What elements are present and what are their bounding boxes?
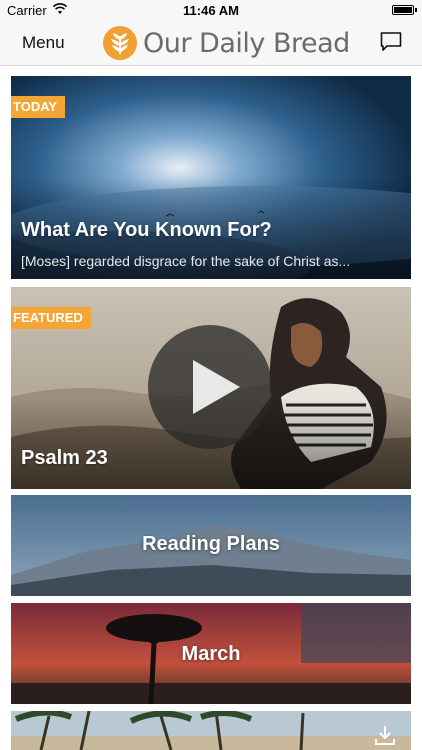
app-title: Our Daily Bread [143,27,350,59]
today-title: What Are You Known For? [21,219,272,241]
status-bar: Carrier 11:46 AM [0,0,422,22]
clock: 11:46 AM [183,3,239,18]
battery-icon [392,5,414,15]
today-excerpt: [Moses] regarded disgrace for the sake o… [21,253,351,269]
download-icon[interactable] [373,723,397,747]
wheat-logo-icon [103,26,137,60]
play-icon[interactable] [148,325,272,449]
menu-button[interactable]: Menu [22,33,65,53]
today-card-image [11,76,411,279]
today-tag: TODAY [11,96,66,118]
featured-card[interactable]: FEATURED Psalm 23 [11,287,411,489]
next-card[interactable] [11,711,411,750]
featured-title: Psalm 23 [21,447,108,469]
featured-tag: FEATURED [11,307,91,329]
today-card[interactable]: TODAY What Are You Known For? [Moses] re… [11,76,411,279]
app-logo: Our Daily Bread [103,23,350,63]
reading-plans-card[interactable]: Reading Plans [11,495,411,596]
march-title: March [181,643,241,665]
reading-plans-title: Reading Plans [142,533,280,555]
march-card[interactable]: March [11,603,411,704]
nav-bar: Menu Our Daily Bread [0,22,422,66]
chat-bubble-icon[interactable] [380,31,402,53]
next-card-image [11,711,411,750]
